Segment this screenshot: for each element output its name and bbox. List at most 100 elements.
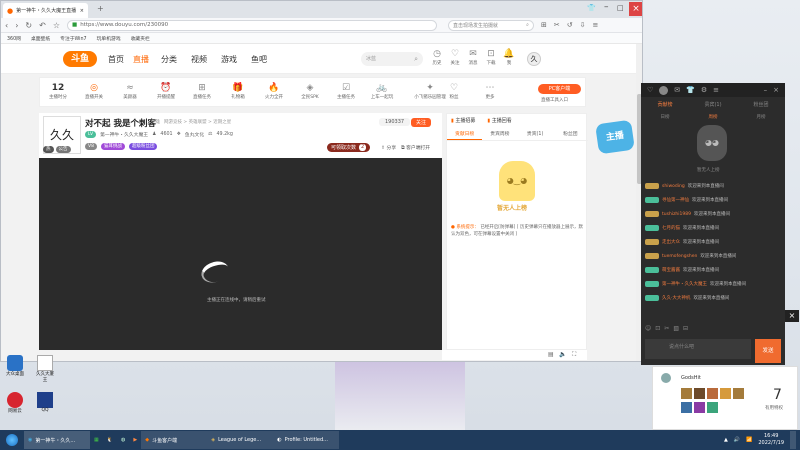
history-button[interactable]: ◷ 历史 [427,49,447,66]
room-category[interactable]: 英雄 [151,119,160,125]
tray-icon[interactable]: ▲ [724,437,728,443]
tool-pk[interactable]: ◈ 全民SPK [296,82,324,100]
desktop-icon-4[interactable]: QQ [34,392,56,413]
taskbar-steam[interactable]: ◍ [117,431,129,449]
challenge-badge[interactable]: 猫耳挑战 [100,143,125,150]
bookmark-star-icon[interactable]: ☆ [53,21,60,30]
start-button[interactable] [0,431,24,449]
rank-tab-vip[interactable]: 贵宾(1) [518,129,553,140]
chat-user[interactable]: 走出大众 [662,239,680,245]
tool-remind[interactable]: ⏰ 开播提醒 [152,82,180,100]
scissors-icon[interactable]: ✂ [664,325,669,332]
taskbar-douyu[interactable]: ◆ 斗鱼客户端 [141,431,208,449]
gift-icon[interactable]: ⊡ [655,325,660,332]
desktop-icon-3[interactable]: 网易云 [4,392,26,414]
douyu-logo[interactable]: 斗鱼 [63,51,97,67]
tool-more[interactable]: ⋯ 更多 [476,82,504,100]
refresh-icon[interactable]: ↻ [25,21,32,30]
bookmark-5[interactable]: 收藏夹栏 [131,35,150,42]
bookmark-3[interactable]: 专注于Win7 [60,35,86,42]
bookmark-1[interactable]: 360网 [7,35,21,42]
v-level-badge[interactable]: V8 [85,143,97,150]
volume-icon[interactable]: 🔈 [559,351,566,358]
taskbar-media[interactable]: ▶ [129,431,141,449]
tool-gift[interactable]: 🎁 礼物箱 [224,82,252,100]
chat-user[interactable]: shiwoding [662,184,685,189]
undo-close-icon[interactable]: ↶ [39,21,46,30]
nav-category[interactable]: 分类 [161,54,177,65]
chat-input[interactable]: 说点什么吧 [645,339,751,359]
minimize-icon[interactable]: – [604,2,609,12]
rank-tab-fans[interactable]: 粉丝团 [553,129,588,140]
minimize-icon[interactable]: – [764,86,768,94]
follow-button[interactable]: 关注 [411,118,432,127]
recruit-tab[interactable]: ▮ 主播招募 [451,117,475,124]
notify-button[interactable]: 🔔 我 [499,49,519,66]
user-card-avatar[interactable] [661,373,671,383]
menu-icon[interactable]: ≡ [592,21,598,29]
shirt-icon[interactable]: 👕 [686,86,695,94]
chat-tab-vip[interactable]: 贵宾(1) [689,101,737,108]
fan-club-badge[interactable]: 超级粉丝团 [128,143,158,150]
image-icon[interactable]: ▧ [673,325,679,332]
chat-subtab-week[interactable]: 周榜 [689,114,737,120]
nav-game[interactable]: 游戏 [221,54,237,65]
chat-user[interactable]: 七月的猫 [662,225,680,231]
replay-tab[interactable]: ▮ 主播回看 [487,117,511,124]
chat-user[interactable]: 寻仙第一神仙 [662,197,689,203]
nav-fishbar[interactable]: 鱼吧 [251,54,267,65]
follow-button[interactable]: ♡ 关注 [445,49,465,66]
douyu-search-icon[interactable]: ⌕ [414,52,418,66]
settings-icon[interactable]: ⚙ [701,86,707,94]
chat-subtab-month[interactable]: 月榜 [737,114,785,120]
back-icon[interactable]: ‹ [5,21,8,30]
search-icon[interactable]: ⌕ [526,22,529,28]
chat-subtab-day[interactable]: 日榜 [641,114,689,120]
share-button[interactable]: ⇪ 分享 [381,144,396,151]
close-icon[interactable]: × [773,86,779,94]
douyu-search-input[interactable]: 冰蓝 ⌕ [361,52,423,66]
show-desktop-button[interactable] [790,431,796,449]
close-tab-icon[interactable]: × [80,8,84,14]
shirt-icon[interactable]: 👕 [587,4,596,12]
taskbar-qq[interactable]: 🐧 [103,431,117,449]
client-open-button[interactable]: ⧉ 客户端打开 [401,144,430,151]
lottery-button[interactable]: 可领取次数 2 [327,143,371,152]
nav-video[interactable]: 视频 [191,54,207,65]
panel-avatar[interactable] [659,85,669,95]
danmaku-icon[interactable]: ▤ [548,351,554,358]
nav-live[interactable]: 直播 [133,54,149,65]
send-button[interactable]: 发送 [755,339,781,363]
chat-user[interactable]: 第一神牛・久久大魔王 [662,281,707,287]
room-tags[interactable]: 网游竞技 > 英雄联盟 > 近期之星 [164,119,231,125]
tool-ride[interactable]: 🚲 上车一起玩 [368,82,396,100]
bookmark-4[interactable]: 玩单机游戏 [97,35,121,42]
grid-icon[interactable]: ⊞ [541,21,547,29]
message-button[interactable]: ✉ 消息 [463,49,483,66]
chat-tab-contribute[interactable]: 贡献榜 [641,101,689,108]
desktop-icon-1[interactable]: 大众桌面 [4,355,26,377]
taskbar-browser[interactable]: ◉ 第一神牛・久久... [24,431,90,449]
chat-user[interactable]: 久久·大大神机 [662,295,690,301]
rank-tab-day[interactable]: 贡献日榜 [447,129,483,140]
tool-live-switch[interactable]: ◎ 直播开关 [80,82,108,100]
side-promo-sticker[interactable]: 主播 [595,119,635,155]
taskbar-obs[interactable]: ◐ Profile: Untitled... [273,431,340,449]
tool-fire[interactable]: 🔥 火力全开 [260,82,288,100]
chat-user[interactable]: tuemofengshen [662,254,697,259]
tool-broadcast-time[interactable]: 12 主播时分 [44,82,72,100]
fullscreen-icon[interactable]: ⛶ [572,351,576,359]
user-avatar[interactable]: 久 [527,52,541,66]
close-window-icon[interactable]: × [629,2,642,16]
system-tray[interactable]: ▲ 🔊 📶 16:49 2022/7/19 [720,431,800,449]
download-icon[interactable]: ⇩ [580,21,586,29]
maximize-icon[interactable]: □ [617,4,624,12]
forward-icon[interactable]: › [15,21,18,30]
tool-beauty[interactable]: ≈ 美颜器 [116,82,144,100]
chat-user[interactable]: 萌宝酱酱 [662,267,680,273]
tool-anchor-task[interactable]: ☑ 主播任务 [332,82,360,100]
browser-search-input[interactable]: 直击现场发生拍摄就 ⌕ [447,19,534,31]
lock-icon[interactable]: ⊟ [683,325,688,332]
emoji-icon[interactable]: ☺ [645,325,651,332]
scissors-icon[interactable]: ✂ [554,21,560,29]
